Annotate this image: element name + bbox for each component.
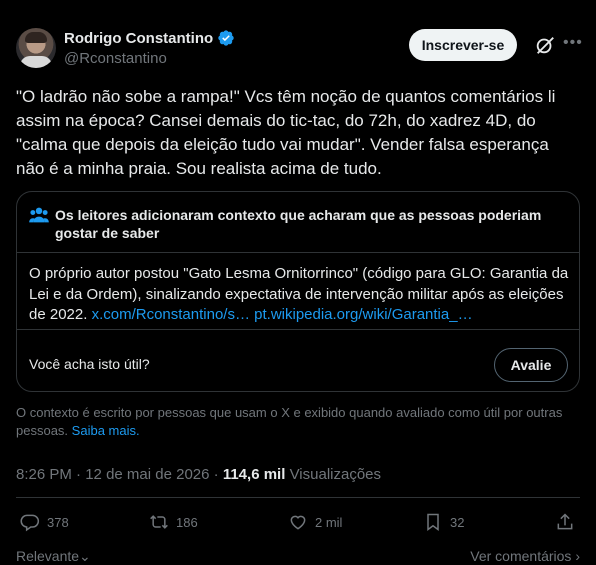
author-handle[interactable]: @Rconstantino xyxy=(64,50,167,67)
source-link[interactable]: pt.wikipedia.org/wiki/Garantia_… xyxy=(254,306,472,323)
chevron-down-icon: ⌄ xyxy=(79,548,91,564)
tweet-date[interactable]: 12 de mai de 2026 xyxy=(85,466,209,483)
like-button[interactable]: 2 mil xyxy=(288,512,342,532)
community-note-title: Os leitores adicionaram contexto que ach… xyxy=(55,207,542,241)
action-bar: 378 186 2 mil 32 xyxy=(16,512,580,540)
tweet-meta: 8:26 PM · 12 de mai de 2026 · 114,6 mil … xyxy=(16,466,381,483)
bookmark-button[interactable]: 32 xyxy=(423,512,464,532)
chevron-right-icon: › xyxy=(571,548,580,564)
divider xyxy=(17,252,579,253)
views-label: Visualizações xyxy=(289,466,382,483)
sort-label: Relevante xyxy=(16,548,80,564)
author-name-row: Rodrigo Constantino xyxy=(64,29,235,47)
views-count: 114,6 mil xyxy=(222,466,286,483)
divider xyxy=(17,329,579,330)
subscribe-button[interactable]: Inscrever-se xyxy=(409,29,517,61)
tweet-time[interactable]: 8:26 PM xyxy=(16,466,72,483)
avatar[interactable] xyxy=(16,28,56,68)
learn-more-link[interactable]: Saiba mais. xyxy=(72,423,140,438)
bookmark-count: 32 xyxy=(450,514,465,530)
community-note-footer: O contexto é escrito por pessoas que usa… xyxy=(16,404,580,439)
community-note-body: O próprio autor postou "Gato Lesma Ornit… xyxy=(29,264,569,326)
divider xyxy=(16,497,580,498)
useful-question: Você acha isto útil? xyxy=(29,356,150,372)
share-icon xyxy=(557,513,573,530)
more-options-icon[interactable]: ••• xyxy=(563,34,582,54)
separator: · xyxy=(76,466,82,483)
people-icon xyxy=(29,207,49,223)
repost-count: 186 xyxy=(176,514,198,530)
repost-button[interactable]: 186 xyxy=(149,512,198,532)
author-display-name[interactable]: Rodrigo Constantino xyxy=(64,30,213,47)
bookmark-icon xyxy=(427,513,439,531)
sort-selector[interactable]: Relevante⌄ xyxy=(16,548,91,565)
grok-icon[interactable] xyxy=(534,34,556,56)
tweet-text: "O ladrão não sobe a rampa!" Vcs têm noç… xyxy=(16,87,556,178)
rate-button[interactable]: Avalie xyxy=(494,348,568,382)
community-note: Os leitores adicionaram contexto que ach… xyxy=(16,191,580,392)
view-comments-link[interactable]: Ver comentários › xyxy=(470,548,580,564)
share-button[interactable] xyxy=(555,512,575,532)
reply-icon xyxy=(20,514,40,532)
tweet-header: Rodrigo Constantino @Rconstantino Inscre… xyxy=(16,28,582,70)
view-comments-label: Ver comentários xyxy=(470,548,572,564)
reply-button[interactable]: 378 xyxy=(20,512,69,532)
separator: · xyxy=(213,466,219,483)
heart-icon xyxy=(290,515,306,530)
reply-count: 378 xyxy=(47,514,69,530)
like-count: 2 mil xyxy=(315,514,343,530)
verified-badge-icon xyxy=(218,30,234,46)
source-link[interactable]: x.com/Rconstantino/s… xyxy=(92,306,250,323)
repost-icon xyxy=(150,515,168,529)
